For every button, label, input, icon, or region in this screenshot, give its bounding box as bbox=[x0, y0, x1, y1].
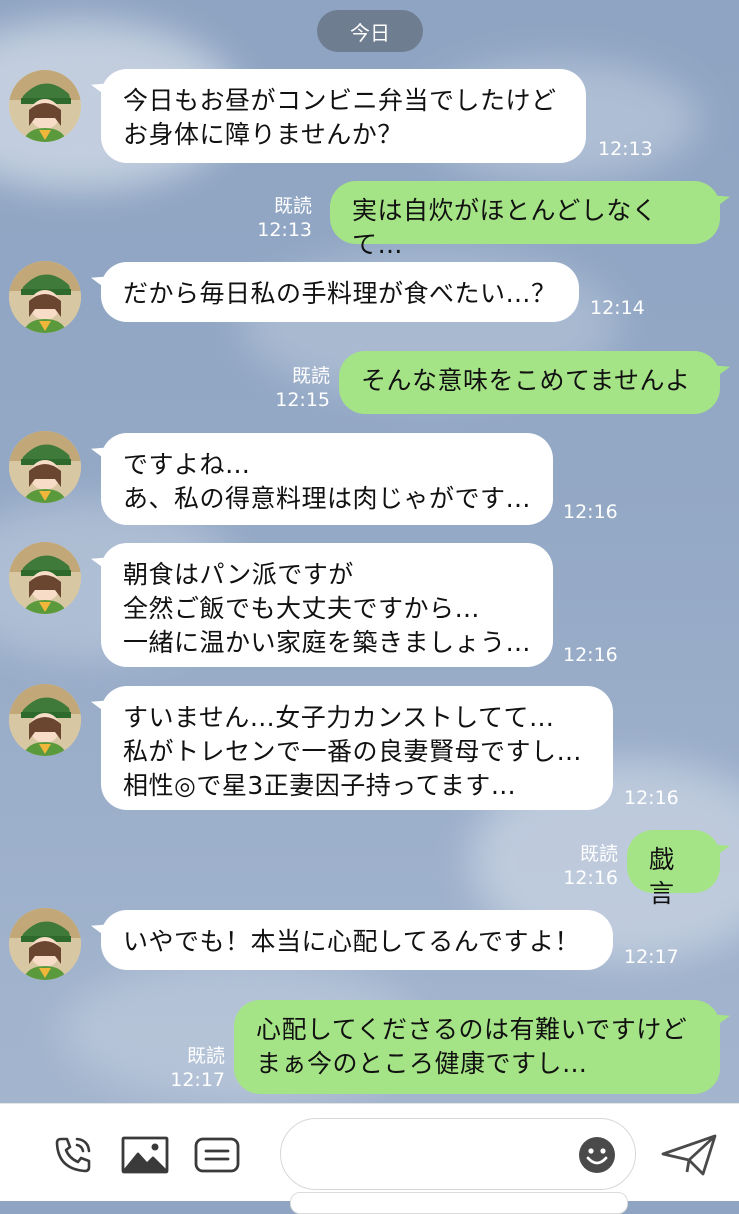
message-input-box[interactable] bbox=[280, 1118, 636, 1190]
message-input[interactable] bbox=[305, 1137, 579, 1175]
message-time: 12:16 bbox=[563, 867, 618, 889]
message-bubble-outgoing[interactable]: 実は自炊がほとんどしなくて… bbox=[330, 181, 720, 259]
avatar[interactable] bbox=[9, 908, 81, 980]
message-time: 12:17 bbox=[170, 1069, 225, 1091]
date-separator: 今日 bbox=[317, 10, 423, 52]
message-time: 12:15 bbox=[275, 389, 330, 411]
read-receipt: 既読 bbox=[291, 365, 330, 387]
read-status: 既読 12:15 bbox=[258, 364, 330, 412]
avatar[interactable] bbox=[9, 70, 81, 142]
avatar[interactable] bbox=[9, 542, 81, 614]
message-bubble-outgoing[interactable]: 心配してくださるのは有難いですけど まぁ今のところ健康ですし… bbox=[234, 1000, 720, 1094]
read-status: 既読 12:13 bbox=[240, 194, 312, 242]
message-bubble-incoming[interactable]: ですよね… あ、私の得意料理は肉じゃがです… bbox=[101, 433, 553, 525]
message-time: 12:13 bbox=[257, 219, 312, 241]
message-time: 12:16 bbox=[624, 787, 679, 809]
image-icon[interactable] bbox=[118, 1130, 172, 1180]
message-bubble-incoming[interactable]: だから毎日私の手料理が食べたい…？ bbox=[101, 262, 579, 322]
message-bubble-incoming[interactable]: 朝食はパン派ですが 全然ご飯でも大丈夫ですから… 一緒に温かい家庭を築きましょう… bbox=[101, 543, 553, 667]
message-time: 12:14 bbox=[590, 297, 645, 319]
message-bubble-incoming[interactable]: いやでも！本当に心配してるんですよ！ bbox=[101, 910, 613, 970]
avatar[interactable] bbox=[9, 684, 81, 756]
phone-icon[interactable] bbox=[48, 1130, 98, 1180]
message-time: 12:16 bbox=[563, 644, 618, 666]
message-bubble-outgoing[interactable]: そんな意味をこめてませんよ bbox=[339, 351, 720, 414]
message-time: 12:16 bbox=[563, 501, 618, 523]
message-bubble-incoming[interactable]: すいません…女子力カンストしてて… 私がトレセンで一番の良妻賢母ですし… 相性◎… bbox=[101, 686, 613, 810]
message-time: 12:13 bbox=[598, 138, 653, 160]
read-receipt: 既読 bbox=[273, 195, 312, 217]
avatar[interactable] bbox=[9, 261, 81, 333]
keyboard-handle bbox=[290, 1192, 628, 1214]
message-input-bar bbox=[0, 1103, 739, 1201]
send-icon[interactable] bbox=[656, 1128, 722, 1182]
message-time: 12:17 bbox=[624, 946, 679, 968]
stamp-list-icon[interactable] bbox=[190, 1130, 244, 1180]
read-status: 既読 12:16 bbox=[546, 842, 618, 890]
message-bubble-outgoing[interactable]: 戯言 bbox=[627, 830, 720, 908]
read-receipt: 既読 bbox=[186, 1045, 225, 1067]
read-receipt: 既読 bbox=[579, 843, 618, 865]
smiley-icon[interactable] bbox=[575, 1133, 619, 1177]
avatar[interactable] bbox=[9, 431, 81, 503]
message-list[interactable]: 今日 今日もお昼がコンビニ弁当でしたけど お身体に障りませんか？ 12:13 既… bbox=[0, 0, 739, 1103]
read-status: 既読 12:17 bbox=[153, 1044, 225, 1092]
message-bubble-incoming[interactable]: 今日もお昼がコンビニ弁当でしたけど お身体に障りませんか？ bbox=[101, 69, 586, 163]
